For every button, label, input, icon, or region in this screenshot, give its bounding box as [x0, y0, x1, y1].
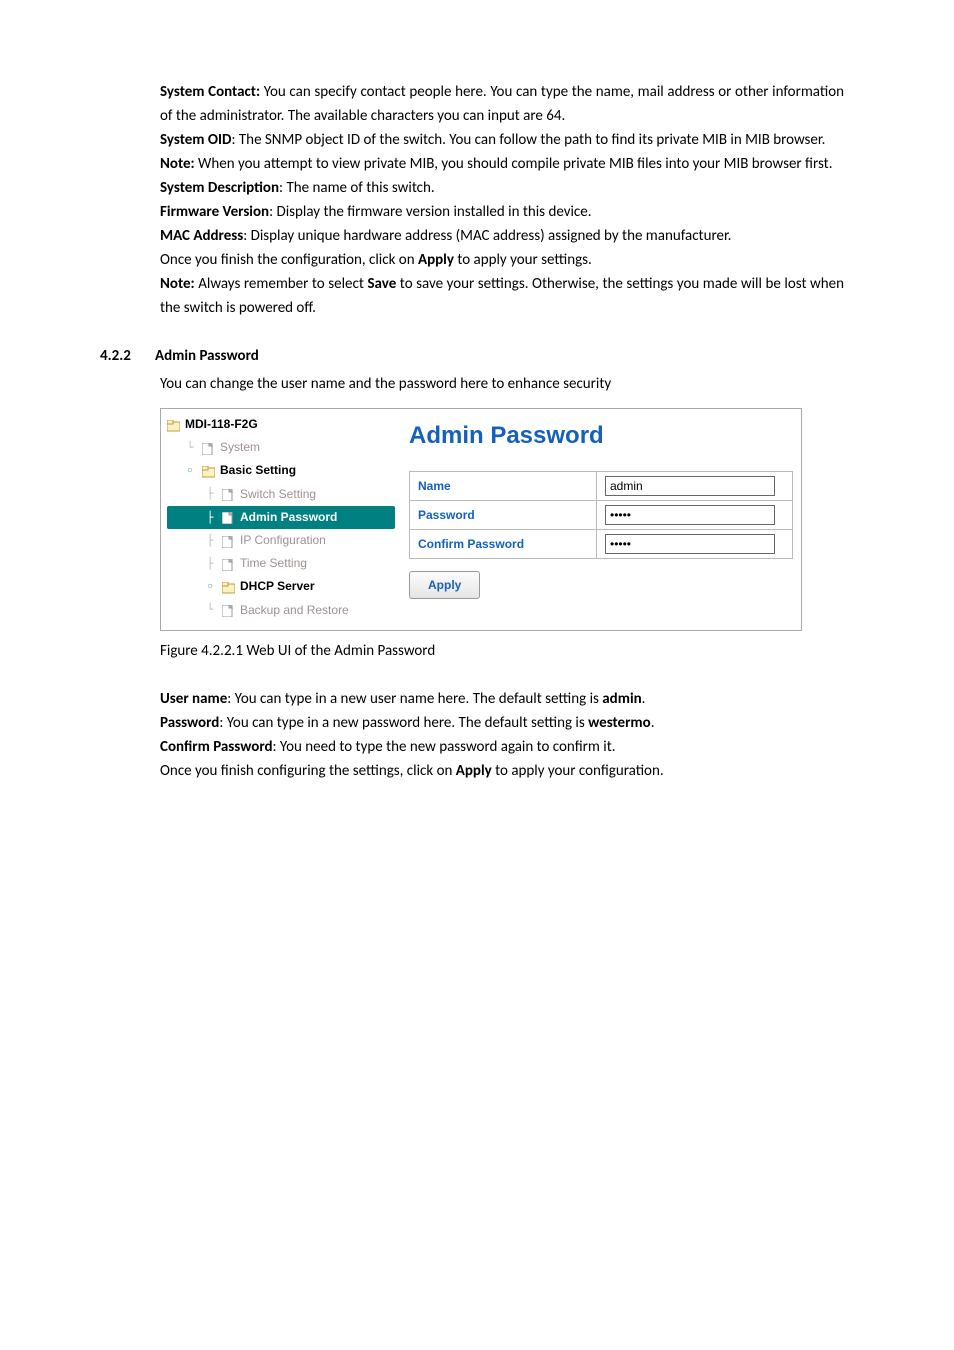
password-mid: : You can type in a new password here. T…: [219, 714, 588, 732]
password-para: Password: You can type in a new password…: [160, 711, 844, 735]
folder-icon: [202, 465, 215, 477]
admin-password-form: Name Password Confirm Password: [409, 471, 793, 559]
confirm-password-input[interactable]: [605, 534, 775, 554]
tree-expander-icon: ◦: [183, 462, 197, 480]
password-dot: .: [651, 714, 655, 732]
apply-config-post: to apply your configuration.: [492, 762, 664, 780]
apply-mid: Apply: [418, 251, 454, 269]
file-icon: [222, 604, 235, 616]
system-oid-lead: System OID: [160, 131, 231, 149]
tree-connector-icon: ├: [203, 532, 217, 550]
user-name-mid: : You can type in a new user name here. …: [227, 690, 602, 708]
system-description-text: : The name of this switch.: [279, 179, 435, 197]
tree-ipconf-label: IP Configuration: [240, 531, 326, 550]
apply-config-mid: Apply: [456, 762, 492, 780]
system-contact-para: System Contact: You can specify contact …: [160, 80, 844, 128]
folder-icon: [222, 581, 235, 593]
file-icon: [222, 535, 235, 547]
firmware-version-para: Firmware Version: Display the firmware v…: [160, 200, 844, 224]
figure-caption: Figure 4.2.2.1 Web UI of the Admin Passw…: [160, 639, 844, 663]
tree-basic-label: Basic Setting: [220, 461, 296, 480]
system-oid-text: : The SNMP object ID of the switch. You …: [231, 131, 825, 149]
file-icon: [222, 511, 235, 523]
apply-instruction-para: Once you finish the configuration, click…: [160, 248, 844, 272]
tree-connector-icon: ├: [203, 555, 217, 573]
note1-lead: Note:: [160, 155, 195, 173]
tree-system[interactable]: └ System: [167, 436, 395, 459]
admin-password-screenshot: MDI-118-F2G └ System ◦ Basic Setting ├ S…: [160, 408, 802, 631]
password-row: Password: [410, 501, 793, 530]
name-input[interactable]: [605, 476, 775, 496]
file-icon: [222, 488, 235, 500]
tree-ip-configuration[interactable]: ├ IP Configuration: [167, 529, 395, 552]
file-icon: [202, 442, 215, 454]
firmware-version-lead: Firmware Version: [160, 203, 269, 221]
confirm-password-para: Confirm Password: You need to type the n…: [160, 735, 844, 759]
apply-config-para: Once you finish configuring the settings…: [160, 759, 844, 783]
tree-root[interactable]: MDI-118-F2G: [167, 413, 395, 436]
confirm-password-label: Confirm Password: [410, 530, 597, 559]
confirm-password-text: : You need to type the new password agai…: [273, 738, 616, 756]
confirm-password-lead: Confirm Password: [160, 738, 273, 756]
tree-adminpw-label: Admin Password: [240, 508, 337, 527]
tree-basic-setting[interactable]: ◦ Basic Setting: [167, 459, 395, 482]
note2-para: Note: Always remember to select Save to …: [160, 272, 844, 320]
tree-expander-icon: ◦: [203, 578, 217, 596]
system-description-lead: System Description: [160, 179, 279, 197]
name-row: Name: [410, 472, 793, 501]
nav-tree: MDI-118-F2G └ System ◦ Basic Setting ├ S…: [161, 409, 401, 630]
mac-address-para: MAC Address: Display unique hardware add…: [160, 224, 844, 248]
mac-address-lead: MAC Address: [160, 227, 243, 245]
user-name-lead: User name: [160, 690, 227, 708]
apply-button[interactable]: Apply: [409, 571, 480, 599]
section-title: Admin Password: [155, 347, 259, 365]
tree-dhcp-label: DHCP Server: [240, 577, 314, 596]
user-name-default: admin: [602, 690, 641, 708]
note2-lead: Note:: [160, 275, 195, 293]
password-label: Password: [410, 501, 597, 530]
system-description-para: System Description: The name of this swi…: [160, 176, 844, 200]
apply-post: to apply your settings.: [454, 251, 592, 269]
note2-mid1: Always remember to select: [195, 275, 368, 293]
tree-system-label: System: [220, 438, 260, 457]
note2-save: Save: [367, 275, 396, 293]
tree-backup-restore[interactable]: └ Backup and Restore: [167, 599, 395, 622]
admin-password-panel: Admin Password Name Password Confirm Pas…: [401, 409, 801, 630]
confirm-password-row: Confirm Password: [410, 530, 793, 559]
tree-connector-icon: └: [203, 601, 217, 619]
user-name-dot: .: [642, 690, 646, 708]
file-icon: [222, 558, 235, 570]
tree-connector-icon: └: [183, 439, 197, 457]
tree-backup-label: Backup and Restore: [240, 601, 349, 620]
password-lead: Password: [160, 714, 219, 732]
tree-connector-icon: ├: [203, 509, 217, 527]
system-contact-lead: System Contact:: [160, 83, 260, 101]
system-contact-text: You can specify contact people here. You…: [160, 83, 844, 125]
section-intro: You can change the user name and the pas…: [160, 372, 844, 396]
apply-config-pre: Once you finish configuring the settings…: [160, 762, 456, 780]
user-name-para: User name: You can type in a new user na…: [160, 687, 844, 711]
firmware-version-text: : Display the firmware version installed…: [269, 203, 591, 221]
panel-title: Admin Password: [409, 417, 793, 455]
tree-connector-icon: ├: [203, 485, 217, 503]
section-heading: 4.2.2Admin Password: [100, 344, 844, 368]
note1-para: Note: When you attempt to view private M…: [160, 152, 844, 176]
tree-switch-setting[interactable]: ├ Switch Setting: [167, 483, 395, 506]
section-number: 4.2.2: [100, 344, 155, 368]
tree-time-setting[interactable]: ├ Time Setting: [167, 552, 395, 575]
apply-pre: Once you finish the configuration, click…: [160, 251, 418, 269]
tree-dhcp-server[interactable]: ◦ DHCP Server: [167, 575, 395, 598]
password-input[interactable]: [605, 505, 775, 525]
password-default: westermo: [588, 714, 651, 732]
tree-time-label: Time Setting: [240, 554, 307, 573]
mac-address-text: : Display unique hardware address (MAC a…: [243, 227, 731, 245]
tree-admin-password[interactable]: ├ Admin Password: [167, 506, 395, 529]
name-label: Name: [410, 472, 597, 501]
system-oid-para: System OID: The SNMP object ID of the sw…: [160, 128, 844, 152]
tree-root-label: MDI-118-F2G: [185, 415, 258, 434]
note1-text: When you attempt to view private MIB, yo…: [195, 155, 833, 173]
tree-switch-label: Switch Setting: [240, 485, 316, 504]
folder-icon: [167, 419, 180, 431]
